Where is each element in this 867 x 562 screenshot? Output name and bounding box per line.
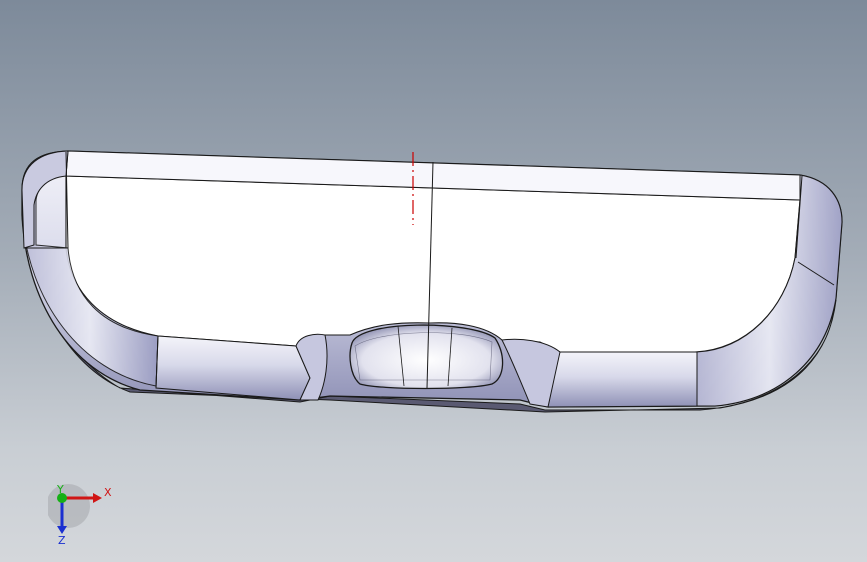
y-axis-label: Y bbox=[56, 483, 64, 496]
reference-triad: X Z Y bbox=[48, 483, 112, 546]
x-axis-label: X bbox=[104, 486, 112, 499]
z-axis-label: Z bbox=[58, 534, 66, 546]
part-front-strip-left bbox=[155, 335, 311, 401]
part-front-strip-right bbox=[539, 351, 698, 408]
triad-origin-shadow bbox=[48, 484, 90, 528]
z-axis-arrow-icon bbox=[57, 526, 67, 534]
x-axis-arrow-icon bbox=[93, 493, 102, 503]
3d-part-model[interactable] bbox=[0, 0, 867, 562]
handle-slot-opening[interactable] bbox=[349, 324, 504, 390]
graphics-viewport[interactable]: X Z Y bbox=[0, 0, 867, 562]
